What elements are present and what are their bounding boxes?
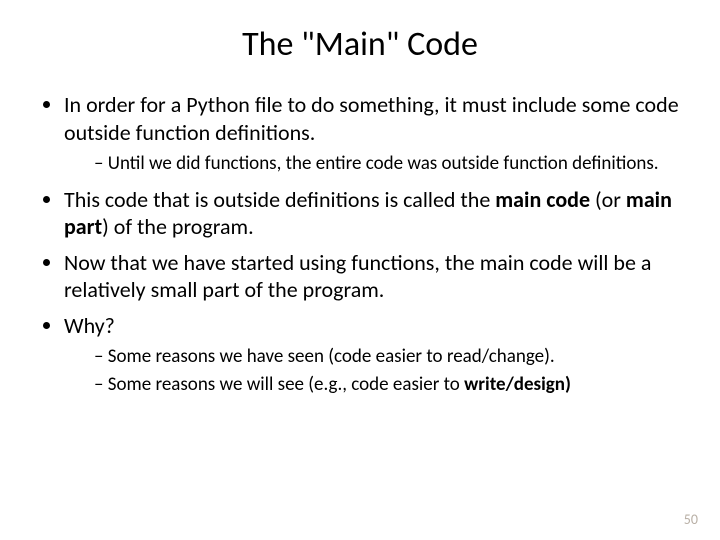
list-item: Some reasons we have seen (code easier t… bbox=[94, 345, 690, 369]
bullet-list: In order for a Python file to do somethi… bbox=[30, 91, 690, 397]
bullet-text: In order for a Python file to do somethi… bbox=[64, 91, 679, 146]
bullet-text: Some reasons we have seen (code easier t… bbox=[108, 345, 555, 368]
bullet-text: This code that is outside definitions is… bbox=[64, 186, 495, 213]
sub-bullet-list: Some reasons we have seen (code easier t… bbox=[64, 345, 690, 397]
bullet-text: Why? bbox=[64, 312, 115, 339]
bullet-text: (or bbox=[590, 186, 626, 213]
page-number: 50 bbox=[684, 511, 698, 528]
list-item: This code that is outside definitions is… bbox=[64, 186, 690, 241]
sub-bullet-list: Until we did functions, the entire code … bbox=[64, 152, 690, 176]
list-item: In order for a Python file to do somethi… bbox=[64, 91, 690, 176]
list-item: Why? Some reasons we have seen (code eas… bbox=[64, 312, 690, 397]
bullet-text: ) of the program. bbox=[102, 213, 254, 240]
list-item: Now that we have started using functions… bbox=[64, 249, 690, 304]
page-title: The "Main" Code bbox=[30, 24, 690, 65]
bold-text: main code bbox=[495, 186, 590, 213]
bold-text: write/design) bbox=[464, 373, 571, 396]
bullet-text: Some reasons we will see (e.g., code eas… bbox=[108, 373, 464, 396]
bullet-text: Now that we have started using functions… bbox=[64, 249, 651, 304]
list-item: Until we did functions, the entire code … bbox=[94, 152, 690, 176]
slide: The "Main" Code In order for a Python fi… bbox=[0, 0, 720, 540]
list-item: Some reasons we will see (e.g., code eas… bbox=[94, 373, 690, 397]
bullet-text: Until we did functions, the entire code … bbox=[108, 152, 659, 175]
